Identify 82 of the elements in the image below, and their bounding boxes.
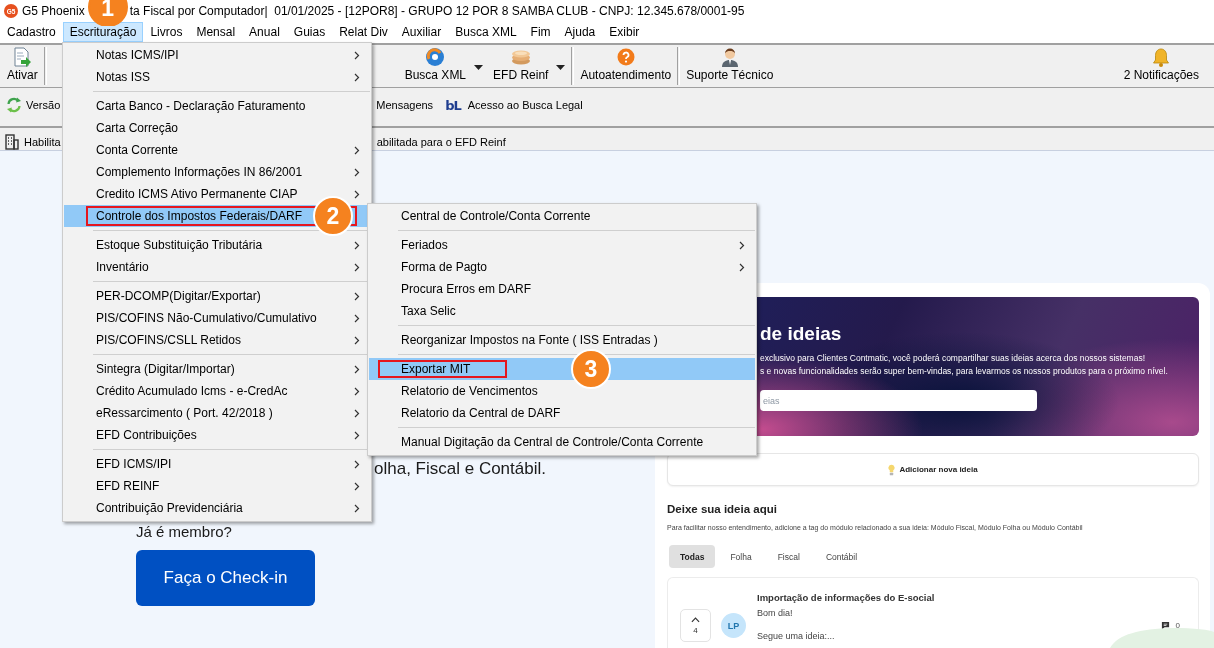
toolbar-button[interactable]: 2 Notificações (1118, 45, 1204, 87)
toolbar-button[interactable]: Suporte Técnico (681, 45, 779, 87)
menu-bar-item[interactable]: Guias (286, 22, 333, 42)
menu-item[interactable]: Notas ISS (64, 66, 370, 88)
filter-tab[interactable]: Todas (669, 545, 716, 568)
menu-item[interactable]: EFD REINF (64, 475, 370, 497)
menu-bar-item[interactable]: Busca XML (448, 22, 524, 42)
toolbar-button[interactable]: Ativar (2, 45, 43, 87)
menu-bar-item[interactable]: Relat Div (332, 22, 395, 42)
menu-item[interactable]: PIS/COFINS/CSLL Retidos (64, 329, 370, 351)
menu-item[interactable]: Feriados (369, 234, 755, 256)
refresh-icon (6, 97, 22, 113)
search-field[interactable]: eias (760, 390, 1037, 411)
banner-title: de ideias (760, 323, 842, 345)
menu-item[interactable]: Conta Corrente (64, 139, 370, 161)
menu-bar-item[interactable]: Auxiliar (394, 22, 449, 42)
toolbar-button[interactable]: Autoatendimento (575, 45, 677, 87)
menu-item[interactable]: Sintegra (Digitar/Importar) (64, 358, 370, 380)
banner-text: s e novas funcionalidades serão super bem-vindas, para levarmos os nossos produtos para o próximo nível. (760, 365, 1168, 378)
document-arrow-icon (13, 47, 32, 67)
brand-logo: bL (445, 97, 461, 113)
menu-bar-item[interactable]: Anual (242, 22, 287, 42)
menu-item[interactable]: Estoque Substituição Tributária (64, 234, 370, 256)
toolbar-button[interactable]: bL Acesso ao Busca Legal (444, 97, 584, 113)
menu-item[interactable]: Procura Erros em DARF (369, 278, 755, 300)
menu-item[interactable]: Carta Banco - Declaração Faturamento (64, 95, 370, 117)
filter-tab[interactable]: Folha (719, 545, 763, 568)
post-text: Bom dia! (757, 608, 794, 619)
menu-item[interactable]: EFD Contribuições (64, 424, 370, 446)
toolbar-button[interactable]: Mensagens (375, 97, 435, 113)
menu-item[interactable]: PER-DCOMP(Digitar/Exportar) (64, 285, 370, 307)
user-avatar: LP (721, 613, 746, 638)
menu-bar-item[interactable]: Livros (143, 22, 190, 42)
menu-item[interactable]: PIS/COFINS Não-Cumulativo/Cumulativo (64, 307, 370, 329)
post-title: Importação de informações do E-social (757, 592, 935, 603)
toolbar-button[interactable]: EFD Reinf (488, 45, 571, 87)
post-text: Segue uma ideia:... (757, 631, 836, 642)
filter-tab[interactable]: Fiscal (766, 545, 811, 568)
menu-item[interactable]: Reorganizar Impostos na Fonte ( ISS Entradas ) (369, 329, 755, 351)
menu-item[interactable]: Central de Controle/Conta Corrente (369, 205, 755, 227)
menu-bar-item[interactable]: Exibir (602, 22, 647, 42)
menu-bar-item[interactable]: Mensal (189, 22, 243, 42)
add-idea-button[interactable]: Adicionar nova ideia (667, 453, 1199, 486)
menu-item[interactable]: Contribuição Previdenciária (64, 497, 370, 519)
menu-item[interactable]: Relatorio da Central de DARF (369, 402, 755, 424)
tagline-text: olha, Fiscal e Contábil. (374, 458, 546, 480)
toolbar-button[interactable]: Busca XML (399, 45, 489, 87)
menu-bar-item[interactable]: Fim (523, 22, 558, 42)
banner-text: exclusivo para Clientes Contmatic, você poderá compartilhar suas ideias acerca dos nossos sistemas! (760, 352, 1146, 365)
menu-item[interactable]: Notas ICMS/IPI (64, 44, 370, 66)
menu-item[interactable]: Inventário (64, 256, 370, 278)
section-heading: Deixe sua ideia aqui (667, 502, 778, 517)
menu-item[interactable]: EFD ICMS/IPI (64, 453, 370, 475)
status-text: Habilita (24, 135, 61, 148)
lightbulb-icon (888, 463, 896, 476)
vote-button[interactable]: 4 (680, 609, 711, 642)
member-prompt: Já é membro? (136, 523, 232, 541)
person-icon (720, 47, 739, 67)
checkin-button[interactable]: Faça o Check-in (136, 550, 315, 606)
help-icon (616, 48, 635, 66)
coins-icon (510, 49, 531, 65)
menu-bar-item[interactable]: Cadastro (0, 22, 63, 42)
menu-item[interactable]: Complemento Informações IN 86/2001 (64, 161, 370, 183)
building-icon (5, 133, 19, 150)
filter-tab[interactable]: Contábil (814, 545, 869, 568)
menu-item[interactable]: Manual Digitação da Central de Controle/Conta Corrente (369, 431, 755, 453)
comment-count: 0 (1175, 621, 1180, 630)
window-title: ta Fiscal por Computador| 01/01/2025 - [12POR8] - GRUPO 12 POR 8 SAMBA CLUB - CNPJ: 12.345.678/0001-95 (129, 4, 745, 18)
menu-item[interactable]: Carta Correção (64, 117, 370, 139)
menu-bar-item[interactable]: Escrituração (62, 22, 144, 42)
window-title: G5 Phoenix (22, 4, 85, 18)
menu-item[interactable]: Taxa Selic (369, 300, 755, 322)
toolbar-button[interactable]: Versão (5, 97, 62, 113)
menu-bar-item[interactable]: Ajuda (557, 22, 603, 42)
swirl-icon (425, 47, 446, 67)
step-badge: 1 (87, 0, 128, 26)
menu-item[interactable]: eRessarcimento ( Port. 42/2018 ) (64, 402, 370, 424)
status-text: abilitada para o EFD Reinf (376, 135, 506, 148)
menu-item[interactable]: Crédito Acumulado Icms - e-CredAc (64, 380, 370, 402)
bell-icon (1152, 47, 1171, 67)
chevron-up-icon (691, 616, 700, 623)
menu-item[interactable]: Forma de Pagto (369, 256, 755, 278)
